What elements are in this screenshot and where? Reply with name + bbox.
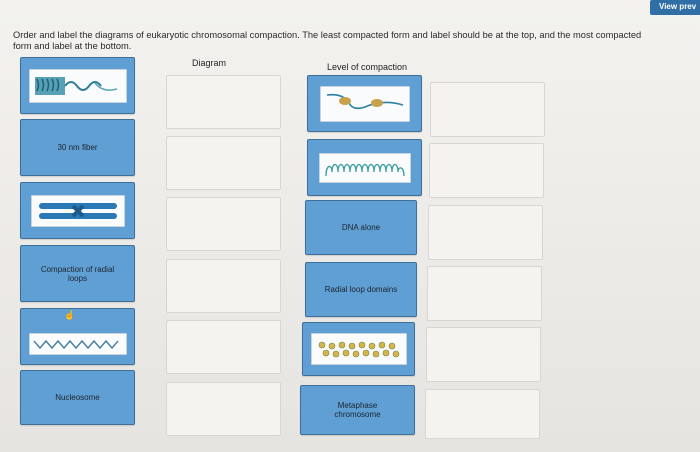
draggable-tile-3[interactable] (20, 182, 135, 239)
chromosome-fiber-image (28, 68, 127, 103)
cursor-hand-icon: ☝ (64, 310, 76, 320)
draggable-tile-7[interactable] (307, 75, 422, 132)
level-drop-slot-4[interactable] (427, 266, 542, 321)
level-drop-slot-2[interactable] (429, 143, 544, 198)
draggable-tile-5[interactable] (20, 308, 135, 365)
diagram-drop-slot-1[interactable] (166, 75, 281, 129)
diagram-column-header: Diagram (192, 58, 227, 68)
instructions: Order and label the diagrams of eukaryot… (13, 30, 642, 51)
draggable-tile-6[interactable]: Nucleosome (20, 370, 135, 425)
draggable-tile-12[interactable]: Metaphase chromosome (300, 385, 415, 435)
draggable-tile-10[interactable]: Radial loop domains (305, 262, 417, 317)
draggable-tile-9[interactable]: DNA alone (305, 200, 417, 255)
radial-loop-image (318, 152, 411, 183)
zigzag-nucleosome-image (28, 332, 127, 355)
diagram-drop-slot-3[interactable] (166, 197, 281, 251)
diagram-drop-slot-5[interactable] (166, 320, 281, 374)
level-drop-slot-5[interactable] (426, 327, 541, 382)
diagram-drop-slot-6[interactable] (166, 382, 281, 436)
diagram-drop-slot-4[interactable] (166, 259, 281, 313)
level-column-header: Level of compaction (327, 62, 408, 72)
diagram-drop-slot-2[interactable] (166, 136, 281, 190)
draggable-tile-11[interactable] (302, 322, 415, 376)
level-drop-slot-6[interactable] (425, 389, 540, 439)
draggable-tile-4[interactable]: Compaction of radial loops (20, 245, 135, 302)
metaphase-chromosome-image (30, 194, 125, 227)
level-drop-slot-1[interactable] (430, 82, 545, 137)
tile-label: Radial loop domains (324, 285, 398, 294)
draggable-tile-8[interactable] (307, 139, 422, 196)
tile-label: Metaphase chromosome (334, 401, 381, 419)
thirty-nm-fiber-image (310, 333, 407, 365)
tile-label: Compaction of radial loops (40, 264, 115, 283)
draggable-tile-2[interactable]: 30 nm fiber (20, 119, 135, 176)
draggable-tile-1[interactable] (20, 57, 135, 114)
dna-alone-image (319, 85, 410, 122)
tile-label: DNA alone (341, 223, 381, 232)
level-drop-slot-3[interactable] (428, 205, 543, 260)
tile-label: Nucleosome (55, 393, 100, 402)
view-preview-button[interactable]: View prev (650, 0, 700, 15)
tile-label: 30 nm fiber (57, 143, 98, 152)
